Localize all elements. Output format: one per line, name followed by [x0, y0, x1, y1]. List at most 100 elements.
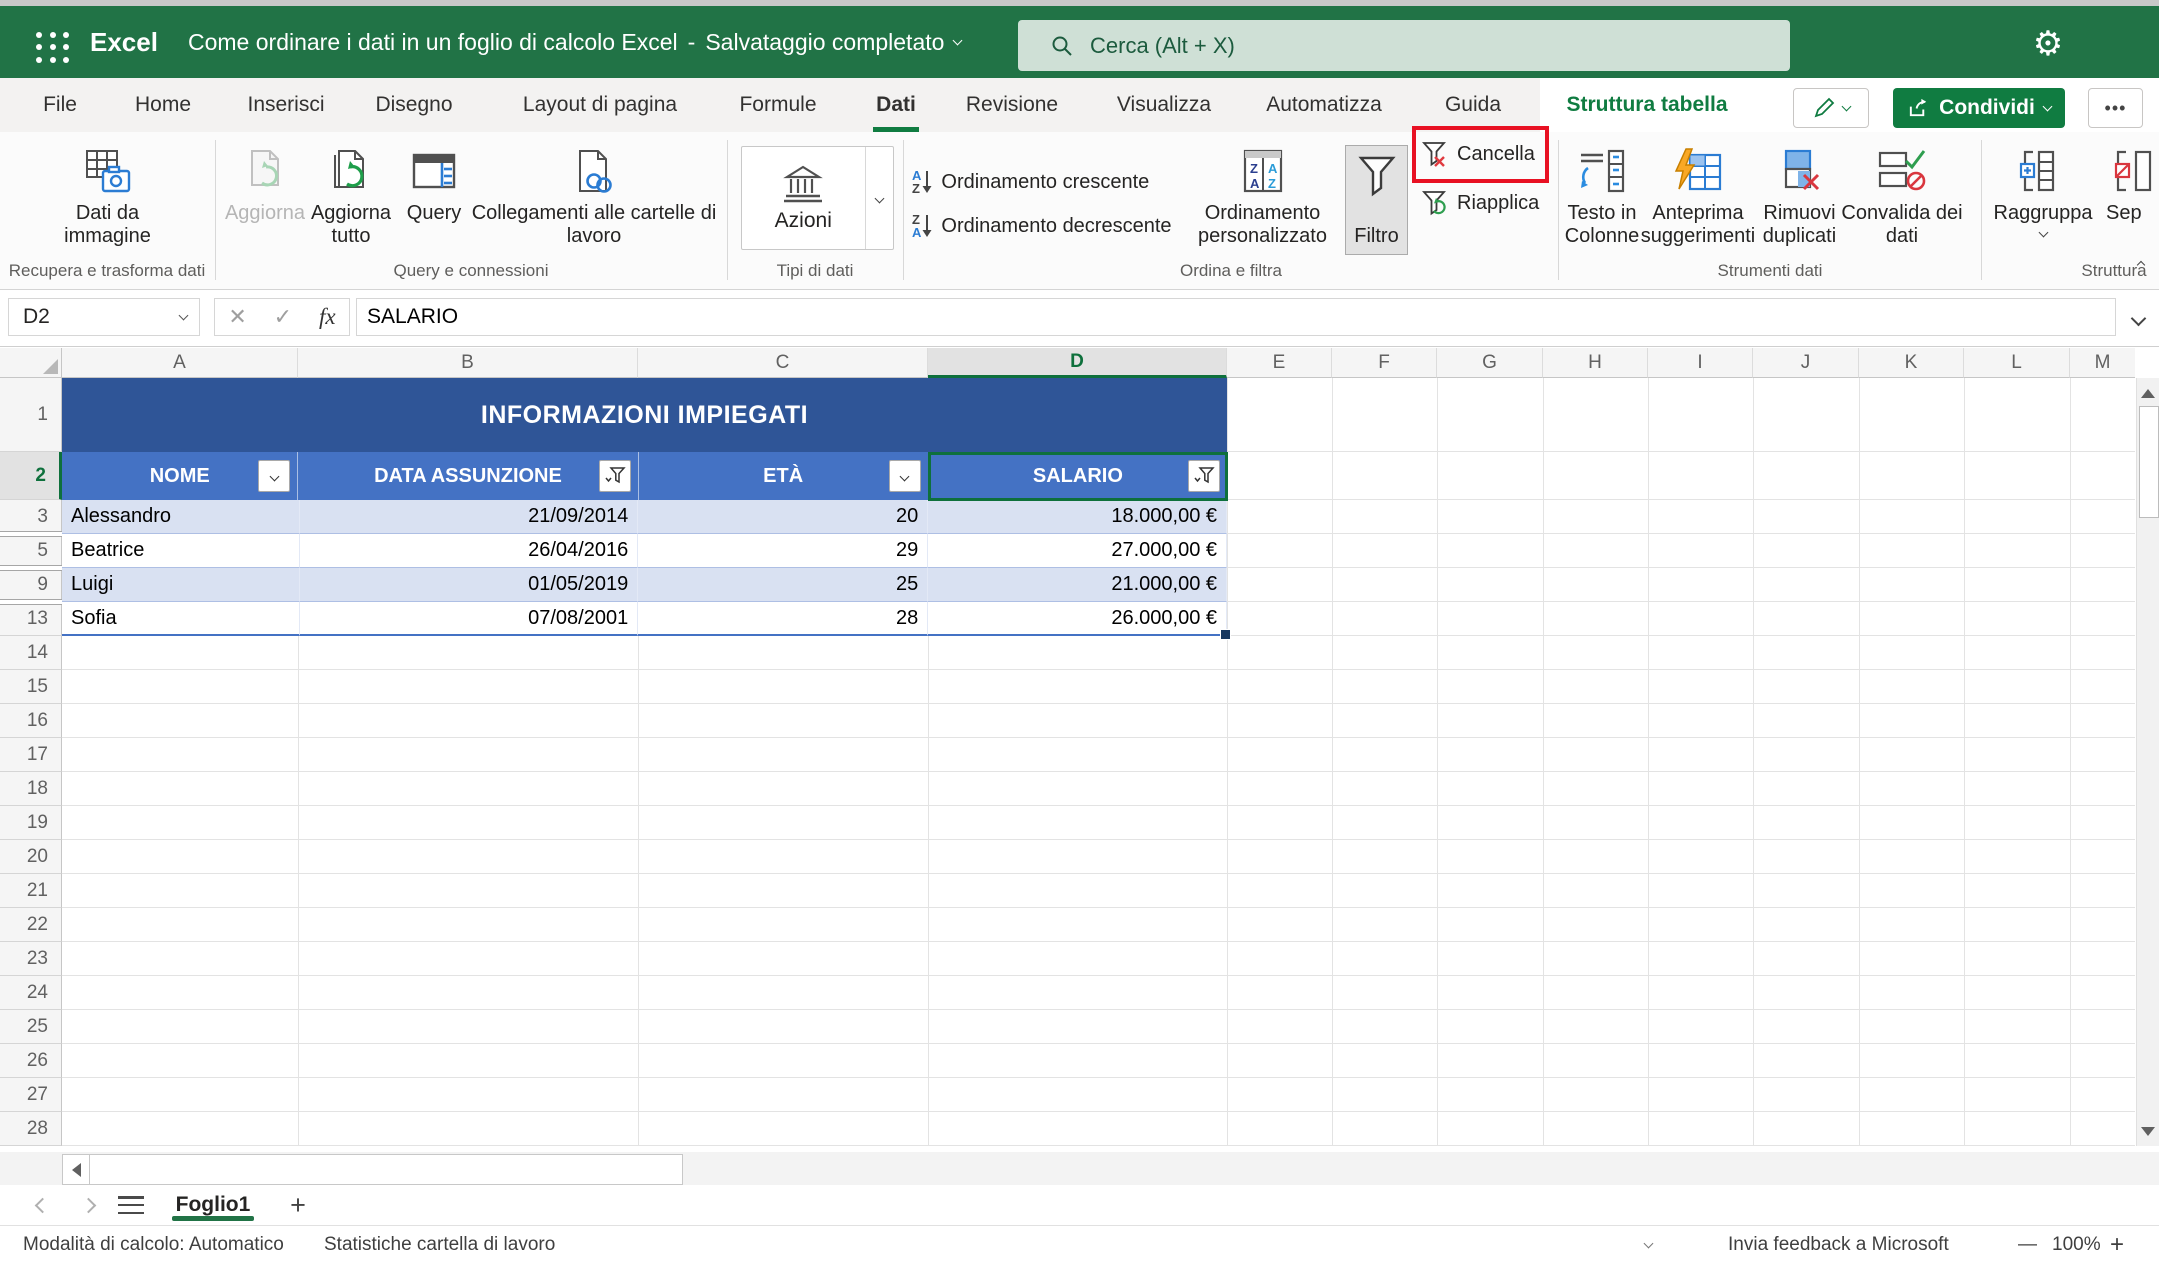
row-header-18[interactable]: 18	[0, 772, 62, 806]
ordinamento-crescente-button[interactable]: AZ Ordinamento crescente	[912, 165, 1149, 199]
zoom-level[interactable]: 100%	[2052, 1226, 2101, 1263]
filter-dropdown-button-eta[interactable]	[889, 460, 921, 492]
tab-automatizza[interactable]: Automatizza	[1252, 78, 1396, 132]
aggiorna-tutto-button[interactable]: Aggiorna tutto	[302, 140, 400, 248]
tab-struttura-tabella[interactable]: Struttura tabella	[1556, 78, 1738, 132]
cell-c9[interactable]: 25	[638, 568, 928, 602]
status-bar-chevron-icon[interactable]	[1645, 1226, 1652, 1263]
separa-button-cut[interactable]: Sep	[2100, 140, 2159, 225]
horizontal-scrollbar[interactable]	[0, 1152, 2159, 1185]
cell-c13[interactable]: 28	[638, 602, 928, 636]
cancel-entry-icon[interactable]: ✕	[228, 304, 246, 330]
row-header-21[interactable]: 21	[0, 874, 62, 908]
row-header-27[interactable]: 27	[0, 1078, 62, 1112]
row-header-26[interactable]: 26	[0, 1044, 62, 1078]
cell-d13[interactable]: 26.000,00 €	[928, 602, 1227, 636]
row-header-24[interactable]: 24	[0, 976, 62, 1010]
filtro-button[interactable]: Filtro	[1345, 145, 1408, 255]
table-header-nome[interactable]: NOME	[62, 452, 298, 500]
column-header-d-selected[interactable]: D	[928, 348, 1227, 378]
app-name[interactable]: Excel	[90, 6, 158, 78]
document-title[interactable]: Come ordinare i dati in un foglio di cal…	[188, 29, 678, 56]
column-header-i[interactable]: I	[1648, 348, 1753, 378]
ordinamento-decrescente-button[interactable]: ZA Ordinamento decrescente	[912, 209, 1172, 243]
cell-b9[interactable]: 01/05/2019	[300, 568, 638, 602]
cell-b5[interactable]: 26/04/2016	[300, 534, 638, 568]
save-status[interactable]: Salvataggio completato	[705, 29, 944, 56]
workbook-stats-button[interactable]: Statistiche cartella di lavoro	[324, 1226, 555, 1263]
zoom-out-button[interactable]: —	[2018, 1226, 2037, 1263]
column-header-c[interactable]: C	[638, 348, 928, 378]
row-header-19[interactable]: 19	[0, 806, 62, 840]
formula-input[interactable]: SALARIO	[356, 298, 2116, 336]
tab-disegno[interactable]: Disegno	[364, 78, 464, 132]
condividi-button[interactable]: Condividi	[1893, 88, 2065, 128]
query-button[interactable]: Query	[398, 140, 470, 225]
azioni-dropdown[interactable]	[865, 147, 893, 249]
table-title-cell[interactable]: INFORMAZIONI IMPIEGATI	[62, 378, 1227, 452]
cell-c5[interactable]: 29	[638, 534, 928, 568]
row-header-13[interactable]: 13	[0, 602, 62, 636]
table-header-eta[interactable]: ETÀ	[639, 452, 929, 500]
scroll-up-button[interactable]	[2137, 380, 2159, 406]
filter-applied-button-data-assunzione[interactable]	[599, 460, 631, 492]
filter-dropdown-button-nome[interactable]	[258, 460, 290, 492]
column-header-f[interactable]: F	[1332, 348, 1437, 378]
insert-function-icon[interactable]: fx	[319, 304, 336, 330]
row-header-5[interactable]: 5	[0, 534, 62, 568]
riapplica-button[interactable]: Riapplica	[1420, 183, 1539, 223]
rimuovi-duplicati-button[interactable]: Rimuovi duplicati	[1752, 140, 1847, 248]
anteprima-suggerimenti-button[interactable]: Anteprima suggerimenti	[1627, 140, 1769, 248]
more-commands-button[interactable]: •••	[2088, 88, 2143, 128]
app-launcher-waffle-icon[interactable]	[36, 32, 72, 64]
tab-home[interactable]: Home	[118, 78, 208, 132]
row-header-28[interactable]: 28	[0, 1112, 62, 1146]
ordinamento-personalizzato-button[interactable]: Z A A Z Ordinamento personalizzato	[1185, 140, 1340, 248]
azioni-data-type-button[interactable]: Azioni	[741, 146, 894, 250]
settings-gear-icon[interactable]: ⚙	[2022, 22, 2074, 66]
name-box[interactable]: D2	[8, 298, 200, 336]
collegamenti-button[interactable]: Collegamenti alle cartelle di lavoro	[468, 140, 720, 248]
tab-layout-di-pagina[interactable]: Layout di pagina	[500, 78, 700, 132]
feedback-link[interactable]: Invia feedback a Microsoft	[1728, 1226, 1949, 1263]
row-header-16[interactable]: 16	[0, 704, 62, 738]
cell-d9[interactable]: 21.000,00 €	[928, 568, 1227, 602]
tab-inserisci[interactable]: Inserisci	[233, 78, 339, 132]
table-resize-handle[interactable]	[1220, 629, 1231, 640]
row-header-14[interactable]: 14	[0, 636, 62, 670]
next-sheet-button[interactable]	[68, 1185, 108, 1225]
cell-b13[interactable]: 07/08/2001	[300, 602, 638, 636]
sheet-list-menu-icon[interactable]	[118, 1196, 144, 1214]
cell-a9[interactable]: Luigi	[62, 568, 300, 602]
prev-sheet-button[interactable]	[22, 1185, 62, 1225]
scroll-down-button[interactable]	[2137, 1118, 2159, 1144]
vertical-scrollbar[interactable]	[2136, 378, 2159, 1146]
column-header-l[interactable]: L	[1964, 348, 2070, 378]
document-title-bar[interactable]: Come ordinare i dati in un foglio di cal…	[188, 6, 961, 78]
cell-d5[interactable]: 27.000,00 €	[928, 534, 1227, 568]
row-header-9[interactable]: 9	[0, 568, 62, 602]
name-box-chevron-icon[interactable]	[179, 311, 189, 321]
expand-formula-bar-chevron-icon[interactable]	[2124, 304, 2152, 332]
tab-formule[interactable]: Formule	[728, 78, 828, 132]
zoom-in-button[interactable]: +	[2110, 1226, 2124, 1263]
calc-mode-status[interactable]: Modalità di calcolo: Automatico	[23, 1226, 284, 1263]
row-header-1[interactable]: 1	[0, 378, 62, 452]
save-status-chevron-icon[interactable]	[953, 35, 963, 45]
cell-a3[interactable]: Alessandro	[62, 500, 300, 534]
column-header-k[interactable]: K	[1859, 348, 1964, 378]
editing-mode-button[interactable]	[1793, 88, 1869, 128]
add-sheet-button[interactable]: +	[278, 1185, 318, 1225]
cell-d3[interactable]: 18.000,00 €	[928, 500, 1227, 534]
convalida-dei-dati-button[interactable]: Convalida dei dati	[1837, 140, 1967, 248]
row-header-17[interactable]: 17	[0, 738, 62, 772]
cell-b3[interactable]: 21/09/2014	[300, 500, 638, 534]
tab-visualizza[interactable]: Visualizza	[1104, 78, 1224, 132]
search-box[interactable]: Cerca (Alt + X)	[1018, 20, 1790, 71]
dati-da-immagine-button[interactable]: Dati da immagine	[40, 140, 175, 248]
select-all-corner[interactable]	[0, 348, 62, 378]
row-header-25[interactable]: 25	[0, 1010, 62, 1044]
row-header-15[interactable]: 15	[0, 670, 62, 704]
cell-c3[interactable]: 20	[638, 500, 928, 534]
column-header-h[interactable]: H	[1543, 348, 1648, 378]
